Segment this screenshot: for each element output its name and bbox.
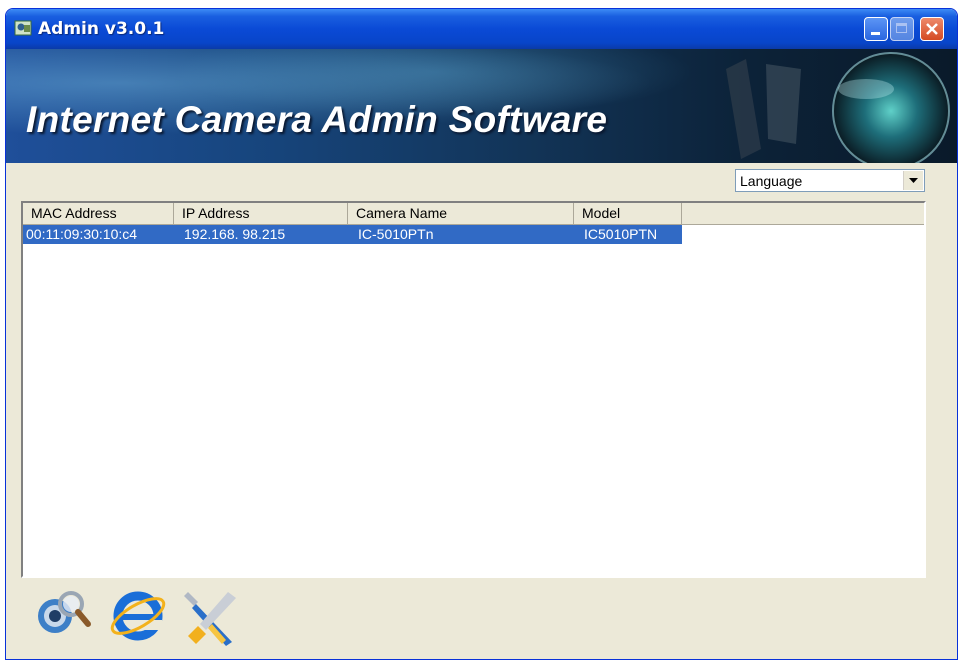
banner-title: Internet Camera Admin Software: [26, 99, 608, 140]
language-dropdown[interactable]: Language: [735, 169, 925, 192]
language-selected-value: Language: [740, 173, 803, 189]
internet-explorer-icon[interactable]: [108, 584, 170, 646]
bottom-toolbar: [6, 584, 957, 654]
table-row[interactable]: 00:11:09:30:10:c4 192.168. 98.215 IC-501…: [23, 225, 682, 244]
camera-lens-art: [726, 52, 950, 163]
cell-model: IC5010PTN: [584, 226, 658, 242]
maximize-button[interactable]: [890, 17, 914, 41]
search-camera-icon[interactable]: [31, 584, 93, 646]
column-header-model[interactable]: Model: [574, 203, 682, 224]
window-title: Admin v3.0.1: [38, 19, 165, 39]
cell-camera-name: IC-5010PTn: [358, 226, 434, 242]
camera-list[interactable]: MAC Address IP Address Camera Name Model…: [21, 201, 926, 578]
app-icon: [14, 20, 32, 36]
close-button[interactable]: [920, 17, 944, 41]
close-icon: [926, 23, 938, 35]
list-header: MAC Address IP Address Camera Name Model: [23, 203, 924, 225]
app-window: Admin v3.0.1 Internet Camera Admin Softw…: [5, 8, 958, 660]
column-header-mac[interactable]: MAC Address: [23, 203, 174, 224]
cell-ip: 192.168. 98.215: [184, 226, 286, 242]
title-bar[interactable]: Admin v3.0.1: [6, 9, 957, 49]
header-banner: Internet Camera Admin Software: [6, 49, 957, 163]
cell-mac: 00:11:09:30:10:c4: [26, 226, 138, 242]
column-header-ip[interactable]: IP Address: [174, 203, 348, 224]
column-header-camera-name[interactable]: Camera Name: [348, 203, 574, 224]
settings-tools-icon[interactable]: [178, 584, 244, 650]
dropdown-arrow-button[interactable]: [903, 171, 923, 190]
chevron-down-icon: [909, 178, 918, 183]
minimize-button[interactable]: [864, 17, 888, 41]
